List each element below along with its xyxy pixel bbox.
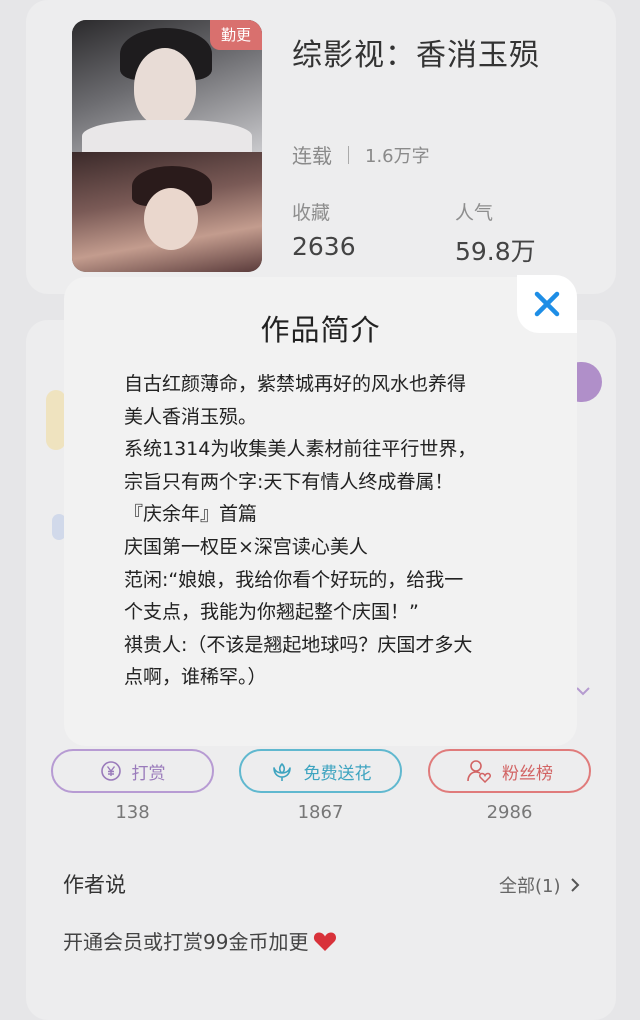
chevron-down-icon[interactable]: [576, 684, 590, 698]
popularity-value: 59.8万: [455, 237, 536, 266]
synopsis-line: 宗旨只有两个字:天下有情人终成眷属！: [124, 470, 454, 493]
synopsis-line: 祺贵人:（不该是翘起地球吗？庆国才多大: [124, 633, 473, 656]
book-status-row: 连载 1.6万字: [292, 140, 430, 169]
send-flower-label: 免费送花: [303, 763, 372, 784]
fan-ranking-button[interactable]: 粉丝榜: [428, 749, 591, 793]
synopsis-line: 范闲:“娘娘，我给你看个好玩的，给我一: [124, 568, 464, 591]
view-all-label: 全部(1): [499, 876, 561, 897]
yen-coin-icon: [100, 761, 121, 781]
decoration: [46, 390, 66, 450]
synopsis-line: 自古红颜薄命，紫禁城再好的风水也养得: [124, 373, 467, 395]
author-says-heading: 作者说: [63, 873, 126, 897]
serial-status: 连载: [292, 144, 332, 168]
heart-icon: [314, 932, 337, 951]
author-message: 开通会员或打赏99金币加更: [63, 926, 338, 955]
synopsis-line: 个支点，我能为你翘起整个庆国！”: [124, 601, 419, 624]
synopsis-text: 自古红颜薄命，紫禁城再好的风水也养得 美人香消玉殒。 系统1314为收集美人素材…: [124, 368, 524, 694]
divider: [348, 145, 349, 164]
chevron-right-icon: [570, 878, 579, 892]
synopsis-line: 系统1314为收集美人素材前往平行世界，: [124, 438, 477, 461]
flower-count: 1867: [297, 802, 344, 823]
fan-count: 2986: [486, 802, 533, 823]
dialog-title: 作品简介: [260, 313, 381, 347]
synopsis-line: 美人香消玉殒。: [124, 405, 258, 428]
synopsis-line: 『庆余年』首篇: [124, 503, 258, 526]
reward-button[interactable]: 打赏: [51, 749, 214, 793]
fan-ranking-label: 粉丝榜: [502, 763, 553, 784]
popularity-label: 人气: [455, 202, 494, 224]
send-flower-button[interactable]: 免费送花: [239, 749, 402, 793]
reward-label: 打赏: [131, 763, 166, 784]
user-heart-icon: [467, 760, 491, 783]
book-title: 综影视：香消玉殒: [292, 38, 540, 73]
update-badge: 勤更: [210, 20, 262, 50]
favorites-value: 2636: [292, 232, 356, 261]
flower-icon: [272, 763, 291, 781]
word-count: 1.6万字: [365, 145, 430, 167]
view-all-link[interactable]: 全部(1): [499, 872, 581, 898]
synopsis-line: 点啊，谁稀罕。）: [124, 666, 267, 689]
author-message-text: 开通会员或打赏99金币加更: [63, 930, 309, 954]
synopsis-line: 庆国第一权臣×深宫读心美人: [124, 535, 368, 558]
reward-count: 138: [115, 802, 150, 823]
favorites-label: 收藏: [292, 202, 331, 224]
book-cover[interactable]: 勤更: [72, 20, 262, 272]
